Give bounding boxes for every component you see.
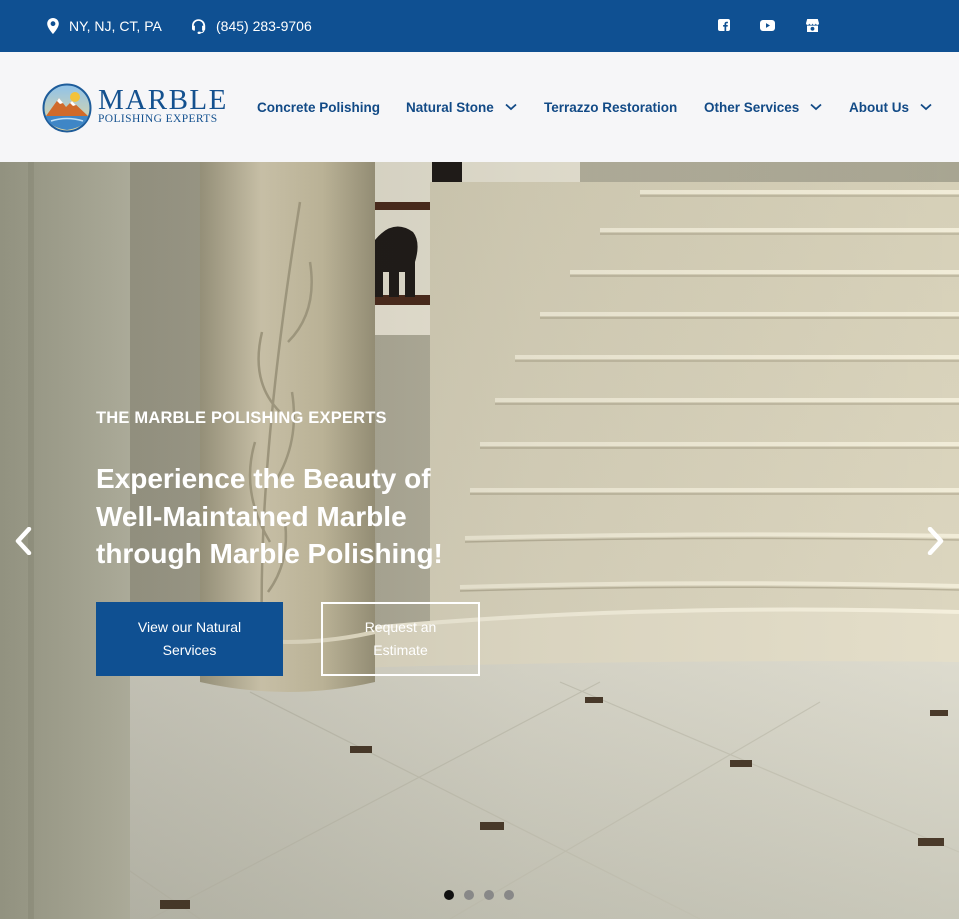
logo-tagline: POLISHING EXPERTS xyxy=(98,113,218,125)
view-natural-services-button[interactable]: View our Natural Services xyxy=(96,602,283,676)
nav-natural-stone[interactable]: Natural Stone xyxy=(406,52,517,162)
location-info: NY, NJ, CT, PA xyxy=(46,0,162,52)
google-business-link[interactable] xyxy=(804,17,820,33)
slider-next-button[interactable] xyxy=(922,524,950,558)
chevron-down-icon xyxy=(505,103,517,111)
slider-prev-button[interactable] xyxy=(9,524,37,558)
site-logo[interactable]: MARBLE POLISHING EXPERTS xyxy=(42,82,226,134)
nav-other-services[interactable]: Other Services xyxy=(704,52,822,162)
map-pin-icon xyxy=(47,18,59,34)
nav-label: Terrazzo Restoration xyxy=(544,99,678,115)
nav-label: Other Services xyxy=(704,99,800,115)
phone-text[interactable]: (845) 283-9706 xyxy=(216,18,312,34)
slider-dot[interactable] xyxy=(444,890,454,900)
logo-mountain-icon xyxy=(42,83,92,133)
headset-icon xyxy=(192,19,206,34)
nav-about-us[interactable]: About Us xyxy=(849,52,932,162)
nav-concrete-polishing[interactable]: Concrete Polishing xyxy=(257,52,380,162)
hero-headline: Experience the Beauty of Well-Maintained… xyxy=(96,463,443,569)
logo-wordmark: MARBLE xyxy=(98,84,228,116)
youtube-link[interactable] xyxy=(759,17,775,33)
google-business-icon xyxy=(805,18,819,32)
request-estimate-button[interactable]: Request an Estimate xyxy=(321,602,480,676)
slider-dot[interactable] xyxy=(504,890,514,900)
facebook-icon xyxy=(718,19,730,31)
slider-pagination xyxy=(444,890,524,900)
top-bar: NY, NJ, CT, PA (845) 283-9706 xyxy=(0,0,959,52)
site-header: MARBLE POLISHING EXPERTS Concrete Polish… xyxy=(0,52,959,162)
slider-dot[interactable] xyxy=(464,890,474,900)
hero-slider: THE MARBLE POLISHING EXPERTS Experience … xyxy=(0,162,959,919)
facebook-link[interactable] xyxy=(716,17,732,33)
youtube-icon xyxy=(759,19,775,31)
nav-label: About Us xyxy=(849,99,909,115)
nav-label: Concrete Polishing xyxy=(257,99,381,115)
chevron-right-icon xyxy=(927,527,944,555)
slider-dot[interactable] xyxy=(484,890,494,900)
nav-label: Natural Stone xyxy=(406,99,494,115)
location-text: NY, NJ, CT, PA xyxy=(69,18,162,34)
nav-terrazzo-restoration[interactable]: Terrazzo Restoration xyxy=(544,52,677,162)
chevron-down-icon xyxy=(920,103,932,111)
chevron-left-icon xyxy=(15,527,32,555)
hero-eyebrow: THE MARBLE POLISHING EXPERTS xyxy=(96,409,387,427)
chevron-down-icon xyxy=(810,103,822,111)
phone-link[interactable]: (845) 283-9706 xyxy=(190,0,312,52)
